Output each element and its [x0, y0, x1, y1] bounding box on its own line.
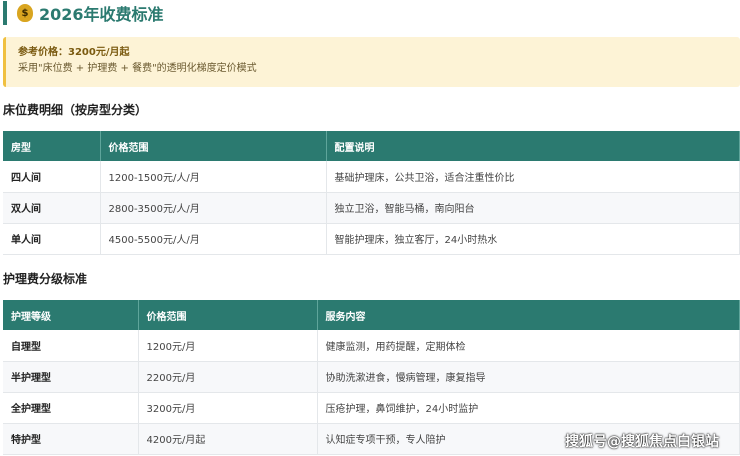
room-type: 四人间	[3, 161, 101, 193]
col-header: 服务内容	[317, 300, 740, 330]
care-level: 特护型	[3, 423, 139, 455]
care-fee-heading: 护理费分级标准	[3, 272, 88, 286]
config: 基础护理床，公共卫浴，适合注重性价比	[326, 161, 740, 193]
money-bag-icon: $	[17, 4, 33, 22]
table-row: 四人间 1200-1500元/人/月 基础护理床，公共卫浴，适合注重性价比	[3, 161, 740, 193]
config: 智能护理床，独立客厅，24小时热水	[326, 223, 740, 255]
col-header: 价格范围	[100, 131, 327, 161]
price: 4200元/月起	[138, 423, 318, 455]
watermark: 搜狐号@搜狐焦点白银站	[565, 434, 719, 450]
bed-fee-heading: 床位费明细（按房型分类）	[3, 103, 148, 117]
table-row: 单人间 4500-5500元/人/月 智能护理床，独立客厅，24小时热水	[3, 223, 740, 255]
page-title: 2026年收费标准	[39, 5, 164, 24]
price: 1200元/月	[138, 330, 318, 362]
reference-price: 参考价格：3200元/月起	[18, 47, 130, 58]
pricing-model: 采用"床位费 + 护理费 + 餐费"的透明化梯度定价模式	[18, 63, 257, 74]
price: 4500-5500元/人/月	[100, 223, 327, 255]
price: 2200元/月	[138, 361, 318, 393]
price: 1200-1500元/人/月	[100, 161, 327, 193]
care-level: 半护理型	[3, 361, 139, 393]
table-row: 双人间 2800-3500元/人/月 独立卫浴，智能马桶，南向阳台	[3, 192, 740, 224]
services: 协助洗漱进食，慢病管理，康复指导	[317, 361, 740, 393]
table-row: 全护理型 3200元/月 压疮护理，鼻饲维护，24小时监护	[3, 392, 740, 424]
bed-fee-table: 房型 价格范围 配置说明 四人间 1200-1500元/人/月 基础护理床，公共卫浴，适…	[3, 131, 740, 255]
services: 压疮护理，鼻饲维护，24小时监护	[317, 392, 740, 424]
room-type: 双人间	[3, 192, 101, 224]
price: 2800-3500元/人/月	[100, 192, 327, 224]
col-header: 护理等级	[3, 300, 139, 330]
col-header: 配置说明	[326, 131, 740, 161]
col-header: 房型	[3, 131, 101, 161]
price: 3200元/月	[138, 392, 318, 424]
section-title: $ 2026年收费标准	[3, 1, 164, 25]
care-level: 全护理型	[3, 392, 139, 424]
col-header: 价格范围	[138, 300, 318, 330]
table-row: 半护理型 2200元/月 协助洗漱进食，慢病管理，康复指导	[3, 361, 740, 393]
price-note: 参考价格：3200元/月起 采用"床位费 + 护理费 + 餐费"的透明化梯度定价…	[3, 37, 740, 87]
services: 健康监测，用药提醒，定期体检	[317, 330, 740, 362]
config: 独立卫浴，智能马桶，南向阳台	[326, 192, 740, 224]
room-type: 单人间	[3, 223, 101, 255]
table-row: 自理型 1200元/月 健康监测，用药提醒，定期体检	[3, 330, 740, 362]
care-level: 自理型	[3, 330, 139, 362]
